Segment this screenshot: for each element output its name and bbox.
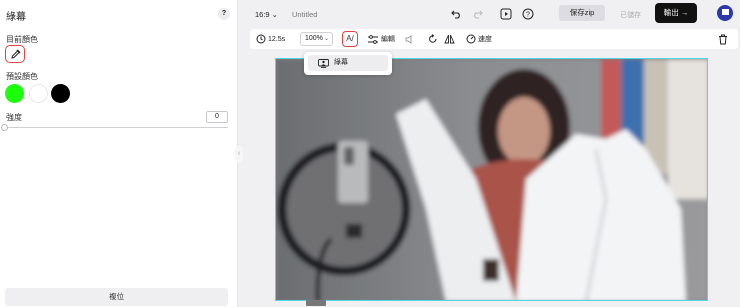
swatch-black[interactable] [51, 84, 70, 103]
reset-button[interactable]: 複位 [5, 288, 228, 306]
edit-label: 編輯 [381, 36, 395, 43]
canvas-toolbar: 12.5s 100% ⌄ A/ 編輯 速度 [250, 29, 738, 49]
ai-tools-dropdown: 綠幕 [304, 52, 392, 75]
menu-item-green-screen[interactable]: 綠幕 [308, 55, 388, 71]
zoom-select[interactable]: 100% ⌄ [300, 32, 333, 46]
avatar[interactable] [717, 5, 733, 21]
chevron-down-icon: ⌄ [323, 36, 329, 42]
help-circle-icon: ? [522, 8, 534, 20]
speed-button[interactable]: 速度 [466, 29, 492, 49]
preview-button[interactable] [499, 7, 513, 21]
rotate-button[interactable] [428, 29, 438, 49]
delete-button[interactable] [718, 29, 728, 49]
help-circle-button[interactable]: ? [521, 7, 535, 21]
ai-tools-button[interactable]: A/ [342, 31, 358, 47]
strength-input[interactable]: 0 [206, 111, 228, 123]
redo-button[interactable] [470, 7, 484, 21]
sliders-icon [368, 34, 378, 44]
document-title[interactable]: Untitled [292, 10, 317, 19]
strength-slider-knob[interactable] [1, 124, 8, 131]
green-screen-icon [318, 59, 329, 68]
volume-button[interactable] [405, 29, 415, 49]
top-bar: 16:9 ⌄ Untitled ? 保存zip 已儲存 輸出 → [239, 0, 740, 28]
canvas-resize-handle[interactable] [306, 300, 326, 306]
preview-icon [500, 8, 512, 20]
panel-collapse-handle[interactable]: ‹ [235, 146, 243, 162]
svg-text:?: ? [526, 12, 530, 19]
video-frame-image [276, 59, 707, 300]
eyedropper-icon [11, 49, 21, 59]
speed-label: 速度 [478, 36, 492, 43]
swatch-white[interactable] [29, 84, 48, 103]
zoom-value: 100% [305, 35, 323, 42]
speaker-icon [405, 34, 412, 44]
save-zip-button[interactable]: 保存zip [559, 5, 605, 21]
help-button[interactable]: ? [218, 8, 230, 20]
strength-label: 強度 [6, 113, 22, 122]
preset-color-label: 預設顏色 [6, 72, 38, 81]
flip-icon [444, 34, 455, 44]
eyedropper-button[interactable] [5, 45, 25, 63]
flip-button[interactable] [444, 29, 455, 49]
edit-button[interactable]: 編輯 [368, 29, 395, 49]
current-color-label: 目前顏色 [6, 35, 38, 44]
duration-value: 12.5s [268, 35, 286, 43]
clock-icon [256, 34, 266, 44]
panel-title: 綠幕 [6, 12, 26, 23]
swatch-green[interactable] [5, 84, 24, 103]
properties-panel: 綠幕 ? 目前顏色 預設顏色 強度 0 複位 [0, 0, 238, 307]
export-button[interactable]: 輸出 → [655, 3, 697, 23]
menu-item-label: 綠幕 [334, 59, 348, 66]
speedometer-icon [466, 34, 476, 44]
strength-slider-track[interactable] [4, 127, 228, 128]
duration-display[interactable]: 12.5s [256, 29, 285, 49]
rotate-icon [429, 34, 437, 43]
trash-icon [719, 34, 727, 44]
undo-button[interactable] [449, 7, 463, 21]
undo-icon [450, 10, 460, 19]
redo-icon [473, 10, 483, 19]
flag-icon [722, 9, 729, 15]
aspect-ratio-select[interactable]: 16:9 ⌄ [255, 10, 278, 19]
save-status: 已儲存 [620, 12, 641, 19]
video-canvas[interactable] [275, 58, 708, 301]
